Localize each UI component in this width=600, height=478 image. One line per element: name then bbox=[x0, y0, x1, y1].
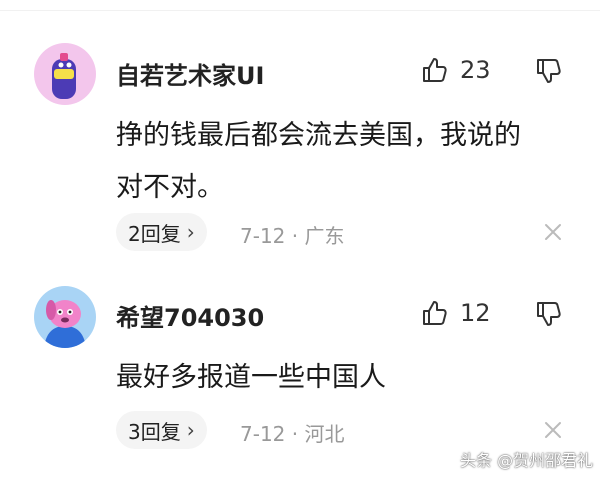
like-button[interactable]: 12 bbox=[420, 296, 491, 330]
avatar[interactable] bbox=[34, 43, 96, 105]
comment-meta: 7-12 · 广东 bbox=[240, 224, 345, 248]
chevron-right-icon: › bbox=[186, 418, 195, 442]
comment-text: 最好多报道一些中国人 bbox=[116, 352, 576, 404]
comment-meta: 7-12 · 河北 bbox=[240, 422, 345, 446]
replies-button[interactable]: 2回复 › bbox=[116, 213, 207, 251]
thumb-down-icon[interactable] bbox=[534, 57, 562, 85]
comment-text-line: 最好多报道一些中国人 bbox=[116, 362, 386, 393]
replies-label: 2回复 bbox=[128, 221, 181, 246]
comment-text: 挣的钱最后都会流去美国，我说的 对不对。 bbox=[116, 110, 576, 214]
comment-text-line: 挣的钱最后都会流去美国，我说的 bbox=[116, 120, 521, 151]
watermark: 头条 @贺州邵君礼 bbox=[460, 451, 594, 470]
avatar[interactable] bbox=[34, 286, 96, 348]
thumb-up-icon bbox=[423, 301, 447, 325]
close-icon[interactable] bbox=[543, 420, 563, 440]
thumb-up-icon bbox=[423, 58, 447, 82]
thumb-down-icon[interactable] bbox=[534, 300, 562, 328]
like-button[interactable]: 23 bbox=[420, 53, 491, 87]
replies-label: 3回复 bbox=[128, 419, 181, 444]
avatar-illustration bbox=[34, 286, 96, 348]
username[interactable]: 希望704030 bbox=[116, 298, 264, 333]
comment-text-line: 对不对。 bbox=[116, 172, 224, 203]
like-count: 23 bbox=[460, 56, 491, 84]
close-icon[interactable] bbox=[543, 222, 563, 242]
like-count: 12 bbox=[460, 299, 491, 327]
chevron-right-icon: › bbox=[186, 220, 195, 244]
username[interactable]: 自若艺术家UI bbox=[116, 56, 264, 91]
top-divider bbox=[0, 10, 600, 11]
replies-button[interactable]: 3回复 › bbox=[116, 411, 207, 449]
avatar-illustration bbox=[34, 43, 96, 105]
